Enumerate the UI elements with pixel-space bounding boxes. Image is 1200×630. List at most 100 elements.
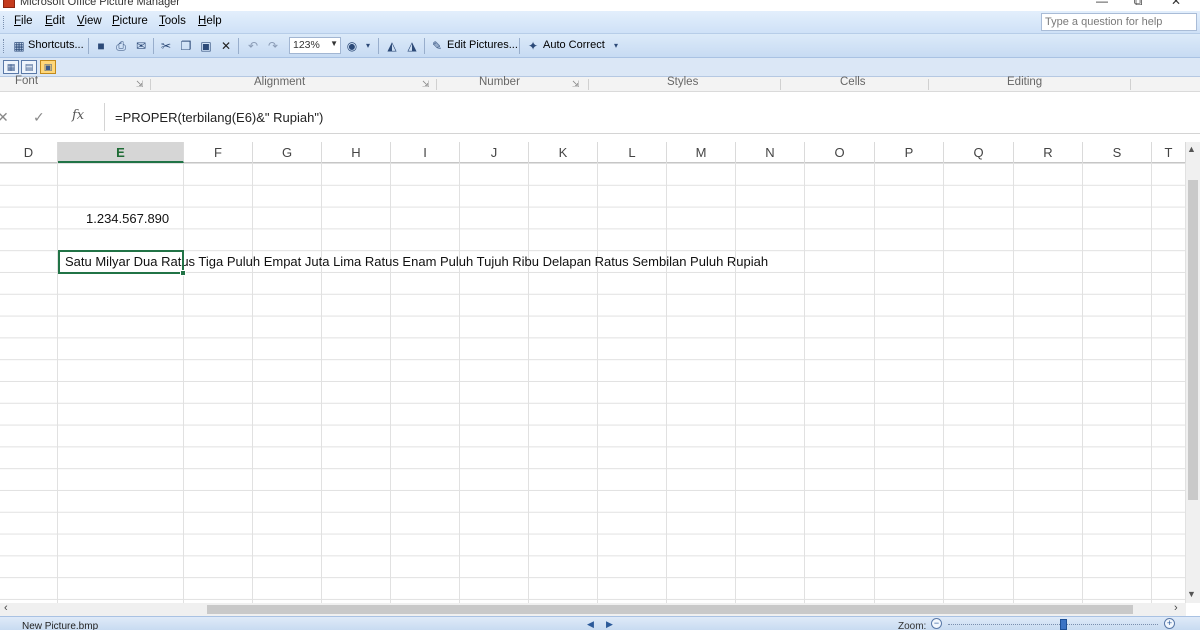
single-picture-view-icon[interactable]: ▣ bbox=[40, 60, 56, 74]
zoom-slider-thumb[interactable] bbox=[1060, 619, 1067, 630]
column-header-d[interactable]: D bbox=[0, 142, 58, 163]
grid-column-line bbox=[735, 163, 736, 603]
vertical-scroll-thumb[interactable] bbox=[1188, 180, 1198, 500]
auto-correct-icon[interactable]: ✦ bbox=[525, 38, 541, 54]
restore-button[interactable]: ⧉ bbox=[1128, 0, 1148, 9]
toolbar: ▦ Shortcuts... ■ ⎙ ✉ ✂ ❐ ▣ ✕ ↶ ↷ 123% ▼ … bbox=[0, 34, 1200, 58]
shortcuts-button[interactable]: Shortcuts... bbox=[28, 39, 84, 51]
zoom-select[interactable]: 123% ▼ bbox=[289, 37, 341, 54]
column-header-p[interactable]: P bbox=[875, 142, 944, 163]
column-header-g[interactable]: G bbox=[253, 142, 322, 163]
dialog-launcher-icon[interactable]: ⇲ bbox=[422, 79, 430, 90]
grid-column-line bbox=[459, 163, 460, 603]
menubar-grip[interactable] bbox=[3, 16, 6, 29]
grid-column-line bbox=[528, 163, 529, 603]
grid-column-line bbox=[57, 163, 58, 603]
toolbar-separator bbox=[153, 38, 154, 54]
column-header-k[interactable]: K bbox=[529, 142, 598, 163]
filmstrip-view-icon[interactable]: ▤ bbox=[21, 60, 37, 74]
horizontal-scrollbar[interactable]: ‹ › bbox=[0, 602, 1186, 616]
scroll-left-icon[interactable]: ‹ bbox=[4, 602, 8, 614]
column-header-l[interactable]: L bbox=[598, 142, 667, 163]
edit-pictures-icon[interactable]: ✎ bbox=[429, 38, 445, 54]
delete-icon[interactable]: ✕ bbox=[218, 38, 234, 54]
print-icon[interactable]: ⎙ bbox=[113, 38, 129, 54]
email-icon[interactable]: ✉ bbox=[133, 38, 149, 54]
group-label-number: Number bbox=[479, 76, 520, 88]
redo-icon[interactable]: ↷ bbox=[265, 38, 281, 54]
grid-column-line bbox=[874, 163, 875, 603]
zoom-label: Zoom: bbox=[898, 621, 927, 630]
shortcuts-icon[interactable]: ▦ bbox=[11, 38, 27, 54]
column-header-q[interactable]: Q bbox=[944, 142, 1014, 163]
save-icon[interactable]: ■ bbox=[93, 38, 109, 54]
zoom-slider-track[interactable] bbox=[948, 624, 1158, 625]
column-header-j[interactable]: J bbox=[460, 142, 529, 163]
menu-picture[interactable]: Picture bbox=[112, 15, 148, 27]
menu-edit[interactable]: Edit bbox=[45, 15, 65, 27]
minimize-button[interactable]: — bbox=[1092, 0, 1112, 8]
grid-column-line bbox=[804, 163, 805, 603]
dialog-launcher-icon[interactable]: ⇲ bbox=[572, 79, 580, 90]
column-header-o[interactable]: O bbox=[805, 142, 875, 163]
group-separator bbox=[928, 79, 929, 90]
help-icon[interactable]: ◉ bbox=[344, 38, 360, 54]
help-question-input[interactable]: Type a question for help bbox=[1041, 13, 1197, 31]
status-filename: New Picture.bmp bbox=[22, 621, 99, 630]
view-strip: ▦ ▤ ▣ bbox=[0, 58, 1200, 77]
formula-input[interactable]: =PROPER(terbilang(E6)&" Rupiah") bbox=[104, 103, 1200, 131]
toolbar-grip[interactable] bbox=[3, 39, 6, 53]
toolbar-options-icon[interactable]: ▾ bbox=[608, 38, 624, 54]
thumbnail-view-icon[interactable]: ▦ bbox=[3, 60, 19, 74]
worksheet-grid[interactable]: 1.234.567.890 Satu Milyar Dua Ratus Tiga… bbox=[0, 163, 1186, 603]
vertical-scrollbar[interactable]: ▲ ▼ bbox=[1186, 142, 1200, 603]
column-header-r[interactable]: R bbox=[1014, 142, 1083, 163]
close-button[interactable]: ✕ bbox=[1166, 0, 1186, 8]
dialog-launcher-icon[interactable]: ⇲ bbox=[136, 79, 144, 90]
grid-column-line bbox=[183, 163, 184, 603]
column-header-t[interactable]: T bbox=[1152, 142, 1186, 163]
rotate-right-icon[interactable]: ◮ bbox=[404, 38, 420, 54]
scroll-down-icon[interactable]: ▼ bbox=[1187, 589, 1196, 599]
scroll-right-icon[interactable]: › bbox=[1174, 602, 1178, 614]
toolbar-separator bbox=[88, 38, 89, 54]
cell-e4-number[interactable]: 1.234.567.890 bbox=[86, 211, 169, 226]
next-picture-icon[interactable]: ▶ bbox=[606, 619, 613, 630]
copy-icon[interactable]: ❐ bbox=[178, 38, 194, 54]
scroll-up-icon[interactable]: ▲ bbox=[1187, 144, 1196, 154]
menu-file[interactable]: File bbox=[14, 15, 33, 27]
chevron-down-icon: ▼ bbox=[330, 39, 338, 48]
cut-icon[interactable]: ✂ bbox=[158, 38, 174, 54]
horizontal-scroll-thumb[interactable] bbox=[207, 605, 1133, 614]
menu-view[interactable]: View bbox=[77, 15, 102, 27]
zoom-in-icon[interactable]: + bbox=[1164, 618, 1175, 629]
undo-icon[interactable]: ↶ bbox=[245, 38, 261, 54]
group-separator bbox=[150, 79, 151, 90]
column-header-f[interactable]: F bbox=[184, 142, 253, 163]
formula-bar: ✕ ✓ fx =PROPER(terbilang(E6)&" Rupiah") bbox=[0, 100, 1200, 134]
menu-help[interactable]: Help bbox=[198, 15, 222, 27]
fill-handle[interactable] bbox=[180, 270, 186, 276]
cancel-icon[interactable]: ✕ bbox=[0, 109, 9, 126]
toolbar-options-icon[interactable]: ▾ bbox=[360, 38, 376, 54]
zoom-out-icon[interactable]: − bbox=[931, 618, 942, 629]
grid-column-line bbox=[321, 163, 322, 603]
previous-picture-icon[interactable]: ◀ bbox=[587, 619, 594, 630]
paste-icon[interactable]: ▣ bbox=[198, 38, 214, 54]
column-header-i[interactable]: I bbox=[391, 142, 460, 163]
auto-correct-button[interactable]: Auto Correct bbox=[543, 39, 605, 51]
column-header-h[interactable]: H bbox=[322, 142, 391, 163]
enter-icon[interactable]: ✓ bbox=[33, 109, 45, 126]
active-cell-selection[interactable] bbox=[58, 250, 186, 276]
grid-column-line bbox=[1082, 163, 1083, 603]
column-header-n[interactable]: N bbox=[736, 142, 805, 163]
edit-pictures-button[interactable]: Edit Pictures... bbox=[447, 39, 518, 51]
grid-column-line bbox=[1013, 163, 1014, 603]
column-header-m[interactable]: M bbox=[667, 142, 736, 163]
column-header-e[interactable]: E bbox=[58, 142, 184, 163]
grid-column-line bbox=[1151, 163, 1152, 603]
menu-tools[interactable]: Tools bbox=[159, 15, 186, 27]
insert-function-icon[interactable]: fx bbox=[72, 108, 84, 123]
column-header-s[interactable]: S bbox=[1083, 142, 1152, 163]
rotate-left-icon[interactable]: ◭ bbox=[384, 38, 400, 54]
